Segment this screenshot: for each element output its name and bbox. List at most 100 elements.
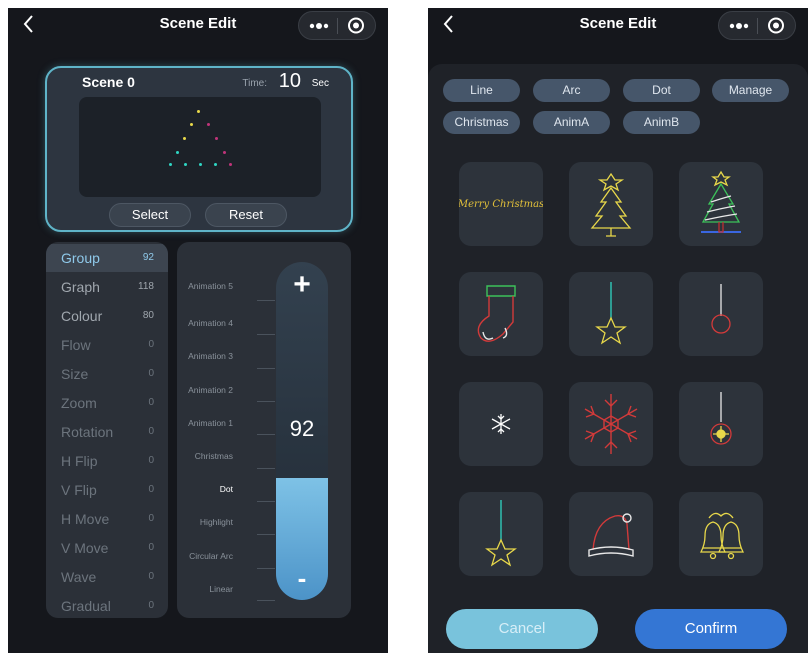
menu-item-label: Size (61, 366, 89, 382)
menu-item-value: 0 (148, 426, 154, 437)
close-target-icon[interactable] (338, 12, 376, 39)
parameter-menu: Group 92 Graph 118 Colour 80 Flow 0 Size 0 Zo… (46, 242, 168, 618)
menu-item-label: Colour (61, 308, 103, 324)
ornament-icon[interactable] (679, 382, 763, 466)
confirm-button[interactable]: Confirm (635, 609, 787, 649)
menu-item-value: 92 (142, 252, 154, 263)
option-linear[interactable]: Linear (209, 584, 233, 594)
reset-button[interactable]: Reset (205, 203, 287, 227)
light-dot (184, 163, 187, 166)
cancel-button[interactable]: Cancel (446, 609, 598, 649)
scene-name: Scene 0 (82, 74, 135, 90)
time-label: Time: (242, 78, 267, 89)
bells-icon[interactable] (679, 492, 763, 576)
menu-item-v-move[interactable]: V Move 0 (46, 534, 168, 562)
menu-item-rotation[interactable]: Rotation 0 (46, 418, 168, 446)
dial-tick (257, 368, 275, 369)
menu-item-value: 80 (142, 310, 154, 321)
menu-item-value: 0 (148, 600, 154, 611)
dial-tick (257, 401, 275, 402)
option-highlight[interactable]: Highlight (200, 517, 233, 527)
light-dot (176, 151, 179, 154)
hanging-star-small-icon[interactable] (459, 492, 543, 576)
dial-tick (257, 434, 275, 435)
menu-item-colour[interactable]: Colour 80 (46, 302, 168, 330)
chip-dot[interactable]: Dot (623, 79, 700, 102)
chip-anima[interactable]: AnimA (533, 111, 610, 134)
option-animation-1[interactable]: Animation 1 (188, 418, 233, 428)
menu-item-label: Graph (61, 279, 100, 295)
option-christmas[interactable]: Christmas (195, 451, 233, 461)
chip-line[interactable]: Line (443, 79, 520, 102)
light-dot (229, 163, 232, 166)
christmas-tree-icon[interactable] (569, 162, 653, 246)
stocking-icon[interactable] (459, 272, 543, 356)
hanging-ball-icon[interactable] (679, 272, 763, 356)
menu-item-label: V Flip (61, 482, 97, 498)
snowflake-icon[interactable] (569, 382, 653, 466)
menu-item-flow[interactable]: Flow 0 (46, 331, 168, 359)
script-text: Merry Christmas (459, 199, 543, 210)
menu-item-label: Group (61, 250, 100, 266)
scene-preview-card: Scene 0 Time: 10 Sec Select Reset (45, 66, 353, 232)
decorated-tree-icon[interactable] (679, 162, 763, 246)
option-animation-5[interactable]: Animation 5 (188, 281, 233, 291)
decrease-button[interactable]: - (276, 563, 328, 594)
dial-tick (257, 501, 275, 502)
dial-tick (257, 300, 275, 301)
santa-hat-icon[interactable] (569, 492, 653, 576)
merry-christmas-script-icon[interactable]: Merry Christmas (459, 162, 543, 246)
option-animation-3[interactable]: Animation 3 (188, 351, 233, 361)
menu-item-value: 0 (148, 542, 154, 553)
menu-item-value: 0 (148, 484, 154, 495)
select-button[interactable]: Select (109, 203, 191, 227)
menu-item-wave[interactable]: Wave 0 (46, 563, 168, 591)
value-slider[interactable]: + 92 - (276, 262, 328, 600)
menu-item-label: H Move (61, 511, 110, 527)
menu-item-gradual[interactable]: Gradual 0 (46, 592, 168, 618)
light-dot (215, 137, 218, 140)
small-snowflake-icon[interactable] (459, 382, 543, 466)
light-dot (197, 110, 200, 113)
option-dot[interactable]: Dot (220, 484, 233, 494)
menu-item-label: Gradual (61, 598, 111, 614)
mini-program-capsule (298, 11, 376, 40)
chip-animb[interactable]: AnimB (623, 111, 700, 134)
time-unit: Sec (311, 78, 329, 89)
close-target-icon[interactable] (758, 12, 796, 39)
hanging-star-icon[interactable] (569, 272, 653, 356)
chip-arc[interactable]: Arc (533, 79, 610, 102)
scene-edit-screen-left: Scene Edit Scene 0 Time: 10 Sec Select R… (8, 8, 388, 653)
preview-canvas (79, 97, 321, 197)
scene-edit-screen-right: Scene Edit Line Arc Dot Manage Christmas… (428, 8, 808, 653)
more-dots-icon[interactable] (719, 12, 757, 39)
menu-item-v-flip[interactable]: V Flip 0 (46, 476, 168, 504)
menu-item-group[interactable]: Group 92 (46, 244, 168, 272)
option-animation-2[interactable]: Animation 2 (188, 385, 233, 395)
option-animation-4[interactable]: Animation 4 (188, 318, 233, 328)
option-circular-arc[interactable]: Circular Arc (189, 551, 233, 561)
time-value[interactable]: 10 (279, 70, 301, 93)
dial-tick (257, 334, 275, 335)
menu-item-value: 118 (138, 281, 154, 292)
menu-item-value: 0 (148, 455, 154, 466)
chip-manage[interactable]: Manage (712, 79, 789, 102)
menu-item-size[interactable]: Size 0 (46, 360, 168, 388)
light-dot (190, 123, 193, 126)
light-dot (183, 137, 186, 140)
menu-item-value: 0 (148, 571, 154, 582)
light-dot (199, 163, 202, 166)
menu-item-label: Rotation (61, 424, 114, 440)
menu-item-value: 0 (148, 339, 154, 350)
menu-item-graph[interactable]: Graph 118 (46, 273, 168, 301)
menu-item-h-move[interactable]: H Move 0 (46, 505, 168, 533)
increase-button[interactable]: + (276, 268, 328, 302)
menu-item-label: Flow (61, 337, 91, 353)
menu-item-value: 0 (148, 513, 154, 524)
menu-item-h-flip[interactable]: H Flip 0 (46, 447, 168, 475)
dial-tick (257, 468, 275, 469)
dial-tick (257, 534, 275, 535)
chip-christmas[interactable]: Christmas (443, 111, 520, 134)
menu-item-zoom[interactable]: Zoom 0 (46, 389, 168, 417)
more-dots-icon[interactable] (299, 12, 337, 39)
